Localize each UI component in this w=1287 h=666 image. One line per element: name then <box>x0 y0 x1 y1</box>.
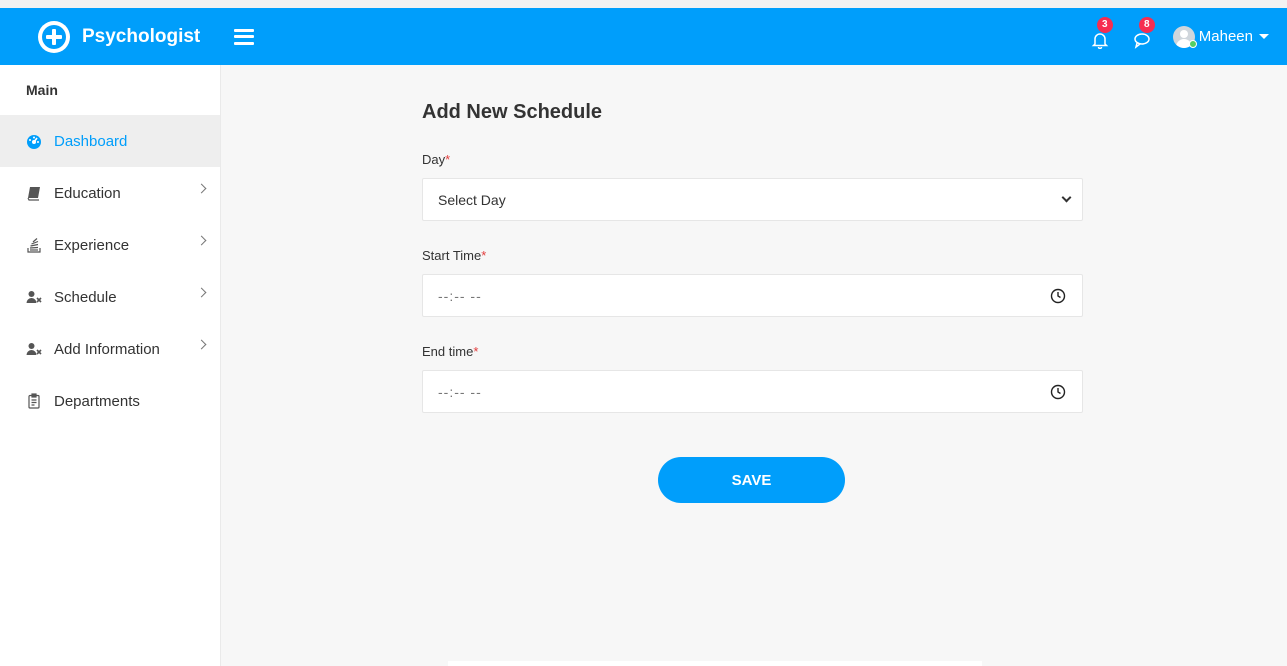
required-mark: * <box>473 344 479 359</box>
sidebar-item-add-information[interactable]: Add Information <box>0 323 220 375</box>
sidebar-item-label: Education <box>54 184 121 202</box>
user-times-icon <box>26 341 42 357</box>
sidebar-item-label: Experience <box>54 236 130 254</box>
chevron-down-icon <box>1061 192 1072 203</box>
clock-icon[interactable] <box>1050 288 1066 304</box>
sidebar: Main Dashboard Education Experience Sche… <box>0 65 221 666</box>
top-strip <box>0 0 1287 8</box>
stack-icon <box>26 237 42 253</box>
end-time-input[interactable]: --:-- -- <box>422 370 1083 413</box>
clipboard-icon <box>26 393 42 409</box>
page-title: Add New Schedule <box>422 101 603 123</box>
start-time-placeholder: --:-- -- <box>438 287 482 304</box>
messages-chat-icon[interactable]: 8 <box>1131 16 1155 49</box>
save-button[interactable]: SAVE <box>658 457 845 503</box>
sidebar-item-label: Departments <box>54 392 140 410</box>
start-time-input[interactable]: --:-- -- <box>422 274 1083 317</box>
sidebar-item-label: Add Information <box>54 340 160 358</box>
sidebar-item-departments[interactable]: Departments <box>0 375 220 427</box>
user-name: Maheen <box>1198 28 1253 45</box>
bottom-bar <box>448 661 982 666</box>
end-time-placeholder: --:-- -- <box>438 383 482 400</box>
caret-down-icon <box>1259 34 1269 39</box>
day-select[interactable]: Select Day <box>422 178 1083 221</box>
plus-circle-logo-icon <box>38 20 70 53</box>
book-icon <box>26 185 42 201</box>
top-header: Psychologist 3 8 Maheen <box>0 8 1287 65</box>
user-menu[interactable]: Maheen <box>1172 25 1269 48</box>
messages-badge: 8 <box>1138 16 1155 33</box>
chevron-right-icon <box>196 183 207 194</box>
menu-toggle-icon[interactable] <box>234 28 254 45</box>
notifications-badge: 3 <box>1096 16 1113 33</box>
chevron-right-icon <box>196 339 207 350</box>
required-mark: * <box>445 152 451 167</box>
header-right: 3 8 Maheen <box>1089 8 1287 65</box>
sidebar-item-label: Dashboard <box>54 132 128 150</box>
chevron-right-icon <box>196 235 207 246</box>
sidebar-item-dashboard[interactable]: Dashboard <box>0 115 220 167</box>
sidebar-item-education[interactable]: Education <box>0 167 220 219</box>
brand[interactable]: Psychologist <box>0 8 220 65</box>
required-mark: * <box>481 248 487 263</box>
sidebar-item-schedule[interactable]: Schedule <box>0 271 220 323</box>
brand-name: Psychologist <box>82 25 201 47</box>
sidebar-item-experience[interactable]: Experience <box>0 219 220 271</box>
sidebar-item-label: Schedule <box>54 288 117 306</box>
user-times-icon <box>26 289 42 305</box>
notifications-bell-icon[interactable]: 3 <box>1089 16 1113 49</box>
day-select-value: Select Day <box>438 191 506 208</box>
sidebar-title: Main <box>26 82 58 98</box>
main-content: Add New Schedule Day* Select Day Start T… <box>222 65 1287 666</box>
dashboard-icon <box>26 133 42 149</box>
start-time-label: Start Time* <box>422 248 487 263</box>
clock-icon[interactable] <box>1050 384 1066 400</box>
end-time-label: End time* <box>422 344 479 359</box>
day-label: Day* <box>422 152 451 167</box>
chevron-right-icon <box>196 287 207 298</box>
online-status-dot <box>1188 39 1197 48</box>
